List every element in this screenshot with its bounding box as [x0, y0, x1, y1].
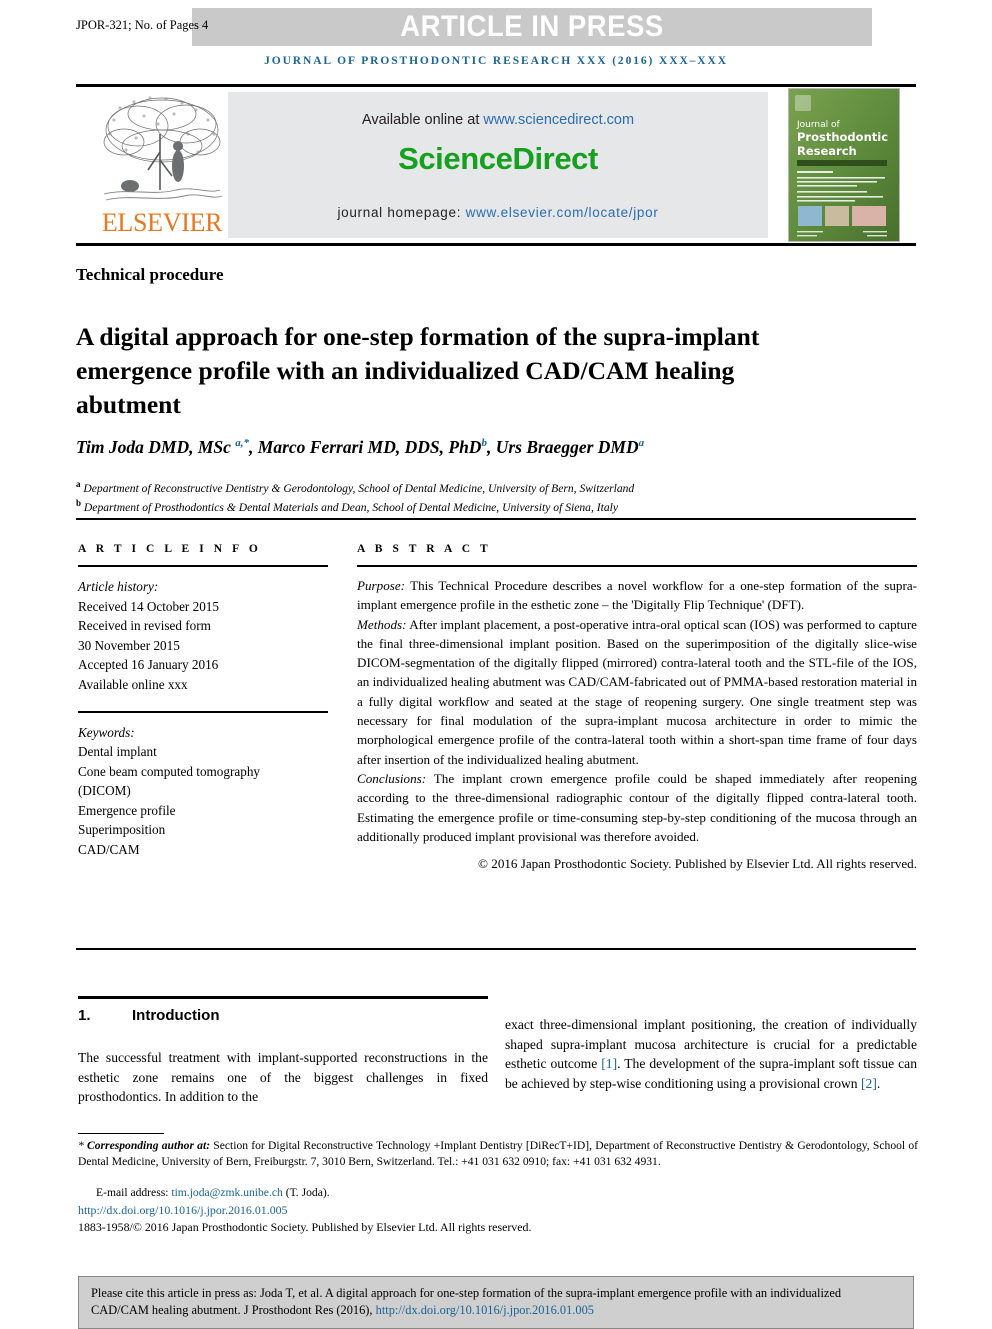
email-link[interactable]: tim.joda@zmk.unibe.ch: [171, 1186, 282, 1199]
article-history-block: Article history: Received 14 October 201…: [78, 577, 328, 694]
email-label: E-mail address:: [96, 1186, 172, 1199]
affiliation-b: b Department of Prosthodontics & Dental …: [76, 496, 916, 515]
journal-citation-line: Journal of Prosthodontic Research xxx (2…: [264, 55, 728, 67]
article-type-label: Technical procedure: [76, 265, 224, 284]
affiliation-marker-b: b: [76, 498, 82, 509]
history-item-3: Accepted 16 January 2016: [78, 657, 219, 672]
author-list: Tim Joda DMD, MSc a,*, Marco Ferrari MD,…: [76, 437, 645, 457]
body-column-right: exact three-dimensional implant position…: [505, 1015, 917, 1093]
email-footnote: E-mail address: tim.joda@zmk.unibe.ch (T…: [78, 1185, 918, 1201]
page-title: A digital approach for one-step formatio…: [76, 322, 760, 420]
section-title: Introduction: [132, 1007, 220, 1024]
abstract-methods: Methods: After implant placement, a post…: [357, 615, 917, 769]
journal-cover-image: Journal of Prosthodontic Research: [788, 88, 900, 242]
keywords-rule: [78, 711, 328, 713]
keywords-block: Keywords: Dental implant Cone beam compu…: [78, 723, 328, 860]
abstract-heading: A B S T R A C T: [357, 543, 492, 555]
svg-text:Research: Research: [797, 144, 857, 158]
available-online-text: Available online at www.sciencedirect.co…: [228, 112, 768, 128]
article-in-press-label: ARTICLE IN PRESS: [400, 10, 664, 43]
keyword-1: Cone beam computed tomography: [78, 763, 261, 779]
abstract-purpose: Purpose: This Technical Procedure descri…: [357, 576, 917, 615]
sciencedirect-link[interactable]: www.sciencedirect.com: [483, 112, 634, 128]
keyword-2: (DICOM): [78, 783, 131, 799]
keyword-4: Superimposition: [78, 822, 166, 838]
issn-copyright-line: 1883-1958/© 2016 Japan Prosthodontic Soc…: [78, 1220, 532, 1234]
intro-paragraph-left: The successful treatment with implant-su…: [78, 1050, 488, 1104]
journal-homepage-link[interactable]: www.elsevier.com/locate/jpor: [466, 205, 659, 220]
svg-text:Journal of: Journal of: [796, 120, 840, 130]
author-block-rule: [76, 518, 916, 520]
body-column-left: 1. Introduction The successful treatment…: [78, 1003, 488, 1107]
affiliation-marker-a: a: [76, 479, 81, 489]
history-item-0: Received 14 October 2015: [78, 598, 219, 614]
abstract-bottom-rule: [76, 948, 916, 950]
elsevier-wordmark: ELSEVIER: [101, 208, 223, 237]
article-info-heading: A R T I C L E I N F O: [78, 543, 262, 555]
keyword-3: Emergence profile: [78, 802, 176, 818]
email-suffix: (T. Joda).: [282, 1186, 330, 1199]
manuscript-id: JPOR-321; No. of Pages 4: [76, 18, 209, 32]
keywords-label: Keywords:: [78, 724, 135, 740]
journal-homepage-text: journal homepage: www.elsevier.com/locat…: [228, 205, 768, 220]
section-number: 1.: [78, 1007, 91, 1024]
abstract-copyright: © 2016 Japan Prosthodontic Society. Publ…: [478, 856, 917, 872]
elsevier-tree-icon: [100, 90, 224, 208]
article-page: ARTICLE IN PRESS JPOR-321; No. of Pages …: [0, 0, 992, 1329]
abstract-methods-text: After implant placement, a post-operativ…: [357, 616, 917, 767]
article-info-column: A R T I C L E I N F O Article history: R…: [78, 543, 328, 859]
reference-link-1[interactable]: [1]: [601, 1056, 617, 1071]
body-top-rule: [78, 996, 488, 999]
masthead-top-rule: [76, 84, 916, 87]
keyword-0: Dental implant: [78, 744, 157, 760]
abstract-body: Purpose: This Technical Procedure descri…: [357, 576, 917, 846]
cite-doi-link[interactable]: http://dx.doi.org/10.1016/j.jpor.2016.01…: [376, 1303, 594, 1317]
cite-this-article-box: Please cite this article in press as: Jo…: [78, 1276, 914, 1329]
article-history-label: Article history:: [78, 579, 159, 594]
affiliation-a-text: Department of Reconstructive Dentistry &…: [83, 481, 635, 495]
abstract-conclusions-text: The implant crown emergence profile coul…: [357, 770, 917, 844]
running-head: ARTICLE IN PRESS JPOR-321; No. of Pages …: [0, 8, 992, 46]
abstract-conclusions-label: Conclusions:: [357, 770, 427, 786]
article-info-rule: [78, 565, 328, 567]
abstract-purpose-text: This Technical Procedure describes a nov…: [357, 578, 917, 613]
affiliation-a: a Department of Reconstructive Dentistry…: [76, 477, 916, 496]
abstract-column: A B S T R A C T Purpose: This Technical …: [357, 543, 917, 872]
svg-text:Prosthodontic: Prosthodontic: [797, 130, 888, 144]
history-item-4: Available online xxx: [78, 676, 188, 692]
intro-paragraph-right: exact three-dimensional implant position…: [505, 1015, 917, 1093]
footnote-rule: [78, 1133, 164, 1135]
masthead: ELSEVIER Available online at www.science…: [76, 88, 916, 242]
section-heading-introduction: 1. Introduction: [78, 1007, 488, 1024]
abstract-conclusions: Conclusions: The implant crown emergence…: [357, 769, 917, 846]
history-item-1: Received in revised form: [78, 618, 211, 633]
keyword-5: CAD/CAM: [78, 841, 140, 857]
sciencedirect-panel: Available online at www.sciencedirect.co…: [228, 92, 768, 238]
affiliations: a Department of Reconstructive Dentistry…: [76, 477, 916, 516]
journal-cover-artwork: Journal of Prosthodontic Research: [789, 89, 899, 241]
history-item-2: 30 November 2015: [78, 637, 180, 653]
elsevier-logo: ELSEVIER: [92, 88, 232, 240]
journal-homepage-prefix: journal homepage:: [337, 205, 466, 220]
masthead-bottom-rule: [76, 243, 916, 246]
available-online-prefix: Available online at: [361, 112, 484, 128]
corresponding-author-label: Corresponding author at:: [83, 1139, 211, 1152]
abstract-rule: [357, 565, 917, 567]
abstract-purpose-label: Purpose:: [357, 578, 406, 593]
doi-link[interactable]: http://dx.doi.org/10.1016/j.jpor.2016.01…: [78, 1203, 288, 1218]
sciencedirect-wordmark: ScienceDirect: [398, 141, 598, 176]
affiliation-b-text: Department of Prosthodontics & Dental Ma…: [83, 501, 619, 515]
reference-link-2[interactable]: [2]: [861, 1076, 877, 1091]
abstract-methods-label: Methods:: [357, 616, 407, 632]
intro-right-part3: .: [876, 1075, 881, 1091]
corresponding-author-footnote: * Corresponding author at: Section for D…: [78, 1138, 918, 1169]
